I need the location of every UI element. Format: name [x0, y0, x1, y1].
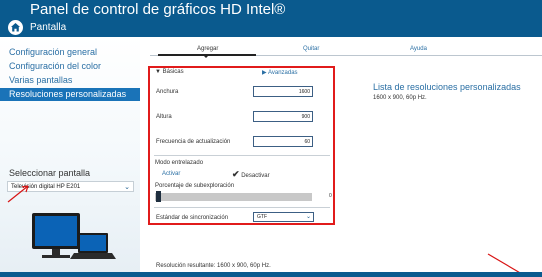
- underscan-slider-track[interactable]: [155, 193, 312, 201]
- sidebar-item-custom-resolutions[interactable]: Resoluciones personalizadas: [0, 88, 140, 101]
- custom-resolution-list-title: Lista de resoluciones personalizadas: [373, 82, 521, 92]
- basic-section[interactable]: ▼ Básicas: [155, 69, 184, 75]
- interlaced-label: Modo entrelazado: [155, 160, 204, 166]
- refresh-rate-label: Frecuencia de actualización: [156, 139, 231, 145]
- advanced-label: Avanzadas: [267, 70, 298, 76]
- chevron-down-icon: ⌄: [124, 184, 130, 191]
- tab-remove[interactable]: Quitar: [303, 46, 319, 52]
- width-label: Anchura: [156, 89, 179, 95]
- app-header: Panel de control de gráficos HD Intel® P…: [0, 0, 542, 37]
- underscan-value: 0: [329, 193, 332, 199]
- caret-right-icon: ▶: [262, 70, 267, 76]
- width-input[interactable]: [253, 86, 313, 97]
- sync-standard-value: GTF: [257, 214, 267, 220]
- basic-label: Básicas: [162, 69, 184, 75]
- section-title: Pantalla: [30, 22, 67, 33]
- app-title: Panel de control de gráficos HD Intel®: [30, 1, 286, 18]
- caret-down-icon: ▼: [155, 69, 161, 75]
- bottom-bar: [0, 272, 542, 277]
- custom-resolution-item[interactable]: 1600 x 900, 60p Hz.: [373, 95, 427, 101]
- deactivate-label: Desactivar: [241, 173, 270, 179]
- activate-option[interactable]: Activar: [162, 171, 180, 177]
- chevron-down-icon: ⌄: [305, 214, 311, 220]
- sync-standard-select[interactable]: GTF ⌄: [253, 212, 314, 222]
- home-icon[interactable]: [8, 20, 23, 35]
- section-divider: [154, 155, 330, 156]
- checkmark-icon: ✔: [232, 169, 240, 179]
- underscan-slider-thumb[interactable]: [156, 191, 161, 202]
- height-input[interactable]: [253, 111, 313, 122]
- tab-help[interactable]: Ayuda: [410, 46, 427, 52]
- tab-active-notch: [203, 55, 209, 58]
- annotation-arrow: [7, 185, 29, 203]
- sidebar-item-multiple-displays[interactable]: Varias pantallas: [0, 74, 140, 87]
- advanced-link[interactable]: ▶ Avanzadas: [262, 69, 298, 76]
- home-glyph: [11, 23, 20, 32]
- underscan-label: Porcentaje de subexploración: [155, 183, 235, 189]
- tab-add[interactable]: Agregar: [197, 46, 218, 52]
- display-illustration: [32, 213, 116, 259]
- section-divider-2: [154, 207, 330, 208]
- sidebar-item-color-settings[interactable]: Configuración del color: [0, 60, 140, 73]
- refresh-rate-input[interactable]: [253, 136, 313, 147]
- sidebar-item-general-settings[interactable]: Configuración general: [0, 46, 140, 59]
- sidebar: Configuración general Configuración del …: [0, 37, 140, 277]
- sync-standard-label: Estándar de sincronización: [156, 215, 229, 221]
- height-label: Altura: [156, 114, 172, 120]
- resulting-resolution: Resolución resultante: 1600 x 900, 60p H…: [156, 263, 271, 269]
- deactivate-option[interactable]: ✔ Desactivar: [232, 169, 270, 180]
- select-display-label: Seleccionar pantalla: [9, 168, 91, 178]
